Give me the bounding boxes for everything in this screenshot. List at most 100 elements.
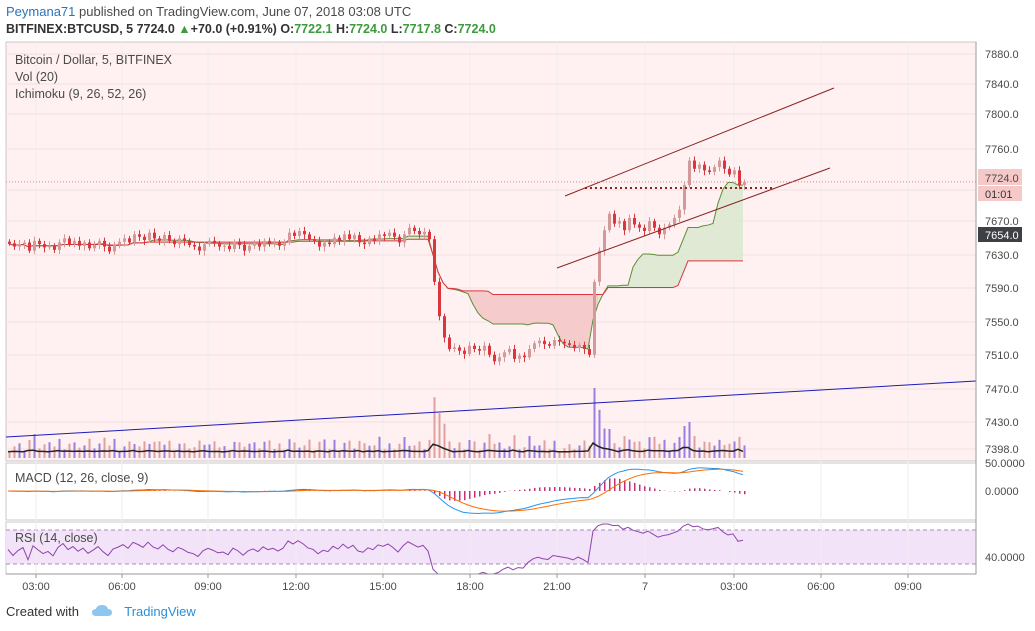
volume-bar-46 [238, 442, 241, 458]
candle-145 [733, 170, 736, 175]
macd-title: MACD (12, 26, close, 9) [15, 471, 148, 485]
volume-bar-131 [663, 439, 666, 458]
candle-1 [13, 243, 16, 247]
macd-hist-108 [549, 487, 551, 491]
volume-bar-93 [473, 441, 476, 458]
candle-52 [268, 240, 271, 245]
created-label: Created with [6, 604, 79, 619]
countdown-label: 01:01 [985, 189, 1013, 201]
candle-14 [78, 240, 81, 246]
candle-79 [403, 234, 406, 243]
candle-103 [523, 355, 526, 358]
volume-bar-107 [543, 440, 546, 458]
candle-33 [173, 240, 176, 245]
price-axis[interactable]: 7880.0 7840.0 7800.0 7760.0 01:01 7724.0 7670.… [978, 49, 1022, 456]
footer: Created with TradingView [6, 604, 196, 621]
candle-75 [383, 234, 386, 236]
candle-76 [388, 232, 391, 236]
candle-47 [243, 244, 246, 251]
macd-hist-92 [469, 491, 471, 499]
price-pane[interactable] [5, 41, 977, 462]
tradingview-link[interactable]: TradingView [124, 604, 196, 619]
macd-hist-116 [589, 488, 591, 491]
price-tick-4: 7724.0 [985, 173, 1019, 185]
candle-90 [458, 347, 461, 351]
candle-140 [708, 170, 711, 173]
cloud-seg-96 [483, 290, 488, 321]
tradingview-cloud-icon[interactable] [91, 604, 113, 621]
macd-hist-105 [534, 487, 536, 491]
candle-63 [323, 242, 326, 247]
candle-15 [83, 242, 86, 246]
macd-hist-88 [449, 491, 451, 501]
cloud-seg-99 [498, 294, 503, 325]
macd-hist-127 [644, 486, 646, 491]
candle-87 [443, 316, 446, 338]
candle-31 [163, 235, 166, 241]
candle-46 [238, 241, 241, 245]
candle-23 [123, 238, 126, 242]
candle-34 [178, 238, 181, 245]
volume-bar-22 [118, 451, 121, 458]
volume-bar-118 [598, 409, 601, 458]
price-tick-9: 7550.0 [985, 317, 1019, 329]
candle-26 [138, 234, 141, 237]
macd-hist-145 [734, 491, 736, 493]
chart-svg[interactable]: 7880.0 7840.0 7800.0 7760.0 01:01 7724.0 7670.… [0, 0, 1035, 600]
cloud-seg-147 [738, 185, 743, 261]
time-axis[interactable]: 03:00 06:00 09:00 12:00 15:00 18:00 21:00 7 03:0… [6, 573, 976, 593]
candle-21 [113, 244, 116, 252]
macd-pane[interactable] [5, 462, 977, 521]
candle-18 [98, 240, 101, 245]
candle-99 [503, 352, 506, 358]
candle-127 [643, 227, 646, 232]
candle-119 [603, 230, 606, 251]
candle-124 [628, 217, 631, 231]
cloud-seg-139 [698, 225, 703, 261]
volume-bar-124 [628, 439, 631, 458]
volume-bar-126 [638, 441, 641, 458]
macd-hist-125 [634, 482, 636, 491]
cloud-seg-114 [573, 294, 578, 348]
price-tick-7: 7630.0 [985, 250, 1019, 262]
time-tick-9: 06:00 [807, 581, 835, 593]
macd-hist-98 [499, 491, 501, 493]
price-tick-5: 7670.0 [985, 216, 1019, 228]
candle-74 [378, 234, 381, 241]
cloud-seg-133 [668, 255, 673, 288]
candle-143 [723, 160, 726, 169]
volume-bar-85 [433, 397, 436, 458]
candle-85 [433, 239, 436, 282]
candle-100 [508, 349, 511, 353]
volume-bar-32 [168, 440, 171, 458]
macd-hist-147 [744, 491, 746, 495]
candle-48 [248, 245, 251, 251]
macd-hist-128 [649, 487, 651, 491]
candle-10 [58, 242, 61, 250]
candle-24 [128, 238, 131, 243]
candle-2 [18, 244, 21, 247]
volume-bar-140 [708, 442, 711, 458]
volume-bar-47 [243, 446, 246, 458]
cloud-seg-134 [673, 252, 678, 288]
candle-94 [478, 349, 481, 351]
volume-bar-92 [468, 440, 471, 458]
candle-60 [308, 234, 311, 240]
macd-hist-117 [594, 485, 596, 491]
candle-38 [198, 246, 201, 251]
volume-bar-146 [738, 436, 741, 458]
candle-5 [33, 240, 36, 251]
volume-bar-29 [153, 441, 156, 458]
volume-bar-79 [403, 437, 406, 458]
price-tick-11: 7470.0 [985, 384, 1019, 396]
candle-138 [698, 164, 701, 169]
candle-37 [193, 244, 196, 247]
candle-96 [488, 345, 491, 355]
candle-84 [428, 231, 431, 240]
candle-13 [73, 240, 76, 245]
macd-hist-114 [579, 488, 581, 491]
candle-65 [333, 237, 336, 245]
cloud-seg-137 [688, 227, 693, 261]
volume-bar-63 [323, 439, 326, 458]
macd-hist-90 [459, 491, 461, 501]
